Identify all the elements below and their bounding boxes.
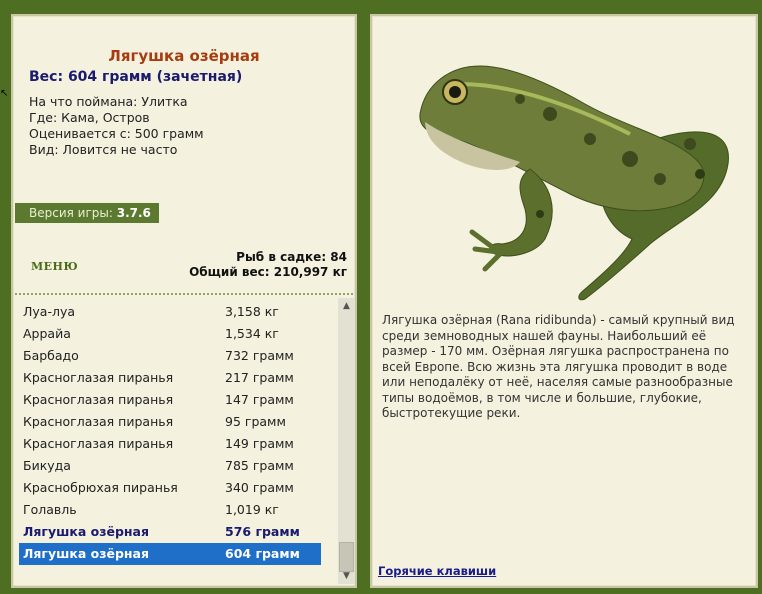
list-item-weight: 340 грамм [225,480,294,495]
fish-info-panel: Лягушка озёрная Вес: 604 грамм (зачетная… [11,14,357,588]
list-item-name: Красноглазая пиранья [23,392,174,407]
caught-with: На что поймана: Улитка [29,94,188,109]
list-item-name: Красноглазая пиранья [23,414,174,429]
frog-image [400,44,740,304]
list-item-name: Краснобрюхая пиранья [23,480,178,495]
list-item-name: Бикуда [23,458,71,473]
scroll-down-icon[interactable]: ▼ [338,568,355,584]
list-item-weight: 785 грамм [225,458,294,473]
list-item-name: Луа-луа [23,304,76,319]
fish-in-net: Рыб в садке: 84 [236,250,347,264]
list-item-weight: 732 грамм [225,348,294,363]
list-item-weight: 1,534 кг [225,326,279,341]
rarity: Вид: Ловится не часто [29,142,178,157]
list-item[interactable]: Голавль 1,019 кг [19,499,321,521]
menu-button[interactable]: МЕНЮ [31,260,78,273]
version-value: 3.7.6 [116,206,151,220]
list-item-name: Красноглазая пиранья [23,370,174,385]
list-item[interactable]: Красноглазая пиранья 95 грамм [19,411,321,433]
scrollbar[interactable]: ▲ ▼ [338,298,355,584]
list-item-name: Лягушка озёрная [23,524,150,539]
list-item-weight: 604 грамм [225,546,300,561]
catch-list: Луа-луа 3,158 кг Аррайа 1,534 кг Барбадо 732 … [15,296,337,584]
mouse-cursor-icon: ↖ [0,88,9,99]
catch-stats: Рыб в садке: 84 Общий вес: 210,997 кг [189,250,347,280]
list-item-name: Барбадо [23,348,79,363]
fish-description: Лягушка озёрная (Rana ridibunda) - самый… [382,313,735,420]
list-item-weight: 3,158 кг [225,304,279,319]
list-item-weight: 576 грамм [225,524,300,539]
list-item-name: Лягушка озёрная [23,546,150,561]
total-weight: Общий вес: 210,997 кг [189,265,347,279]
list-item[interactable]: Луа-луа 3,158 кг [19,301,321,323]
list-item-weight: 95 грамм [225,414,286,429]
list-item[interactable]: Красноглазая пиранья 147 грамм [19,389,321,411]
list-item-weight: 217 грамм [225,370,294,385]
list-item-weight: 1,019 кг [225,502,279,517]
location: Где: Кама, Остров [29,110,150,125]
list-item[interactable]: Барбадо 732 грамм [19,345,321,367]
version-label: Версия игры: [29,206,113,220]
valued-from: Оценивается с: 500 грамм [29,126,204,141]
list-item-name: Аррайа [23,326,71,341]
list-item[interactable]: Лягушка озёрная 576 грамм [19,521,321,543]
hotkeys-link[interactable]: Горячие клавиши [378,564,496,578]
list-item[interactable]: Бикуда 785 грамм [19,455,321,477]
list-item[interactable]: Лягушка озёрная 604 грамм [19,543,321,565]
list-item-weight: 147 грамм [225,392,294,407]
list-item[interactable]: Краснобрюхая пиранья 340 грамм [19,477,321,499]
list-item[interactable]: Аррайа 1,534 кг [19,323,321,345]
list-item[interactable]: Красноглазая пиранья 149 грамм [19,433,321,455]
list-item-name: Голавль [23,502,77,517]
list-item-weight: 149 грамм [225,436,294,451]
fish-weight: Вес: 604 грамм (зачетная) [29,69,243,85]
list-item[interactable]: Красноглазая пиранья 217 грамм [19,367,321,389]
fish-title: Лягушка озёрная [108,47,260,65]
description-panel: Лягушка озёрная (Rana ridibunda) - самый… [370,14,758,588]
divider [15,293,353,295]
scroll-up-icon[interactable]: ▲ [338,298,355,314]
version-bar: Версия игры: 3.7.6 [15,203,159,223]
list-item-name: Красноглазая пиранья [23,436,174,451]
